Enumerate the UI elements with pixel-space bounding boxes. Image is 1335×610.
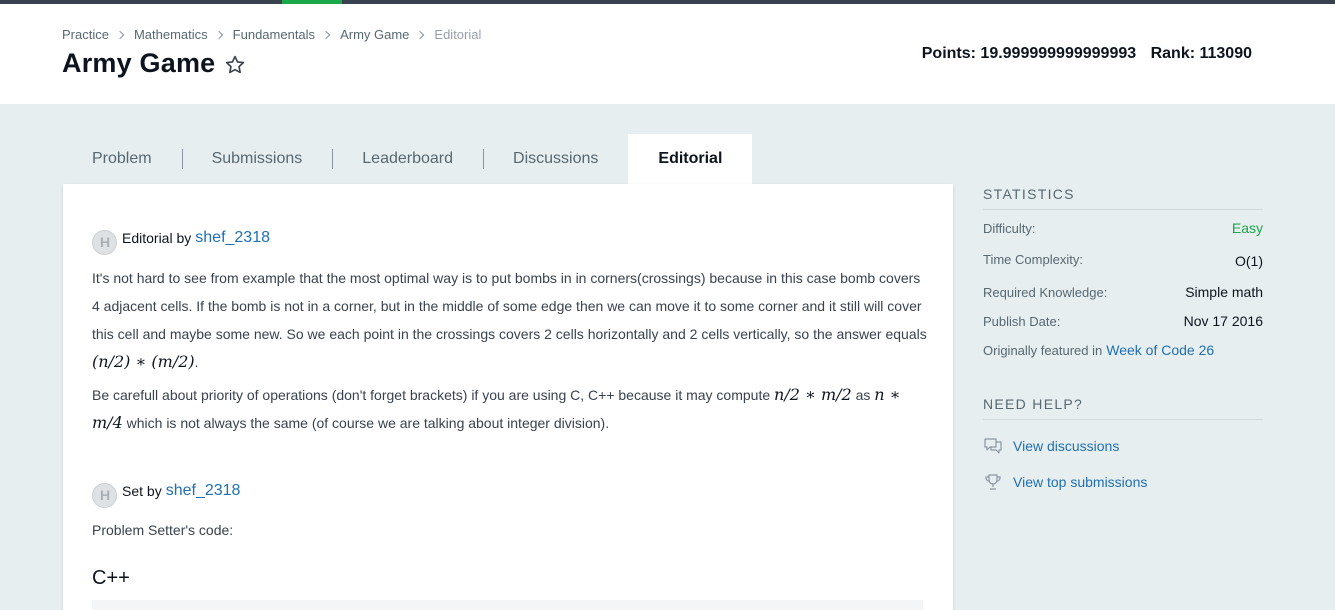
editorial-paragraph-2: Be carefull about priority of operations… <box>92 381 927 437</box>
editorial-paragraph-1: It's not hard to see from example that t… <box>92 264 927 376</box>
tab-leaderboard[interactable]: Leaderboard <box>332 134 483 184</box>
stat-time-complexity: Time Complexity: O(1) <box>983 249 1263 270</box>
editorial-author-row: Editorial by shef_2318 <box>92 220 270 255</box>
math-formula: n/2 ∗ m/2 <box>774 385 852 404</box>
setter-by-label: Set by <box>122 482 162 499</box>
need-help-title: NEED HELP? <box>983 396 1263 420</box>
difficulty-value: Easy <box>1231 220 1263 236</box>
stat-label: Originally featured in <box>983 342 1103 358</box>
avatar <box>92 230 117 255</box>
setter-author-row: Set by shef_2318 <box>92 473 240 508</box>
stat-label: Difficulty: <box>983 220 1036 236</box>
contest-link[interactable]: Week of Code 26 <box>1106 342 1214 358</box>
sidebar: STATISTICS Difficulty: Easy Time Complex… <box>983 186 1263 490</box>
user-score: Points: 19.999999999999993 Rank: 113090 <box>922 45 1252 63</box>
view-top-submissions-link[interactable]: View top submissions <box>1013 474 1147 490</box>
avatar <box>92 483 117 508</box>
view-top-submissions-row[interactable]: View top submissions <box>983 472 1147 492</box>
stat-label: Publish Date: <box>983 313 1061 329</box>
code-language-title: C++ <box>92 567 130 589</box>
setter-code-label: Problem Setter's code: <box>92 522 234 538</box>
code-block[interactable] <box>92 600 923 610</box>
chat-bubble-icon <box>984 438 1002 454</box>
breadcrumb: Practice Mathematics Fundamentals Army G… <box>62 27 481 42</box>
tab-submissions[interactable]: Submissions <box>181 134 333 184</box>
stat-knowledge: Required Knowledge: Simple math <box>983 284 1263 300</box>
editorial-by-label: Editorial by <box>122 229 192 246</box>
knowledge-value: Simple math <box>1185 284 1263 300</box>
tab-editorial[interactable]: Editorial <box>628 134 753 184</box>
setter-author-link[interactable]: shef_2318 <box>166 482 241 500</box>
tab-problem[interactable]: Problem <box>62 134 182 184</box>
stat-label: Required Knowledge: <box>983 284 1108 300</box>
stat-publish-date: Publish Date: Nov 17 2016 <box>983 313 1263 329</box>
breadcrumb-army-game[interactable]: Army Game <box>340 27 409 42</box>
tab-discussions[interactable]: Discussions <box>483 134 628 184</box>
math-formula: (n/2) ∗ (m/2) <box>92 352 195 371</box>
chevron-right-icon <box>416 30 425 39</box>
chevron-right-icon <box>321 30 331 39</box>
paragraph-text: It's not hard to see from example that t… <box>92 270 927 342</box>
page-title: Army Game <box>62 48 216 78</box>
trophy-icon <box>985 474 1001 490</box>
stat-featured: Originally featured in Week of Code 26 <box>983 342 1263 358</box>
star-outline-icon[interactable] <box>224 54 246 76</box>
points-label: Points: 19.999999999999993 <box>921 45 1137 62</box>
breadcrumb-practice[interactable]: Practice <box>62 27 109 42</box>
breadcrumb-mathematics[interactable]: Mathematics <box>134 27 208 42</box>
chevron-right-icon <box>214 30 223 39</box>
breadcrumb-fundamentals[interactable]: Fundamentals <box>233 27 315 42</box>
paragraph-text: Be carefull about priority of operations… <box>92 387 771 403</box>
statistics-title: STATISTICS <box>983 186 1263 210</box>
time-complexity-value: O(1) <box>1235 253 1263 269</box>
editorial-card: Editorial by shef_2318 It's not hard to … <box>63 184 953 610</box>
paragraph-text: as <box>855 387 871 403</box>
page-header: Practice Mathematics Fundamentals Army G… <box>0 4 1335 104</box>
chevron-right-icon <box>115 30 125 39</box>
stat-difficulty: Difficulty: Easy <box>983 220 1263 236</box>
view-discussions-link[interactable]: View discussions <box>1013 438 1119 454</box>
stat-label: Time Complexity: <box>983 251 1083 267</box>
challenge-tabs: Problem Submissions Leaderboard Discussi… <box>62 134 753 184</box>
breadcrumb-editorial: Editorial <box>434 27 482 42</box>
publish-date-value: Nov 17 2016 <box>1183 313 1263 329</box>
editorial-author-link[interactable]: shef_2318 <box>195 229 270 247</box>
view-discussions-row[interactable]: View discussions <box>983 436 1119 456</box>
rank-label: Rank: 113090 <box>1150 45 1252 62</box>
paragraph-end: . <box>194 354 199 370</box>
paragraph-text: which is not always the same (of course … <box>126 415 610 431</box>
